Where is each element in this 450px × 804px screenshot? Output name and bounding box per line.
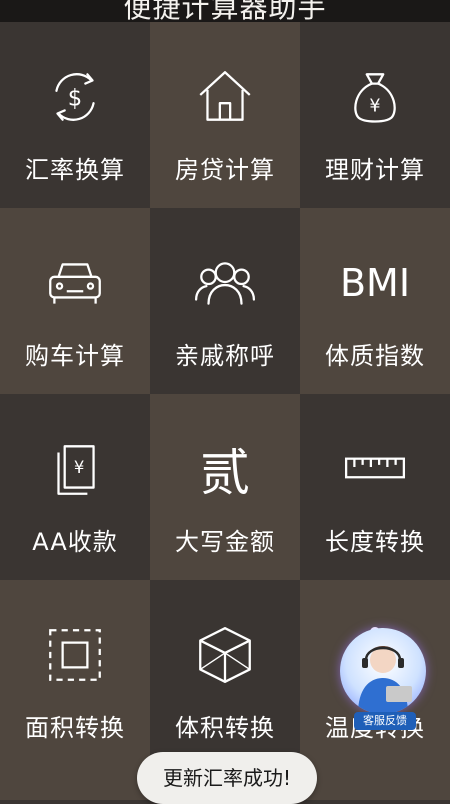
tile-label: 大写金额 [175,528,275,556]
tile-bmi[interactable]: BMI 体质指数 [300,208,450,394]
tile-label: 汇率换算 [25,156,125,184]
area-square-icon [40,620,110,690]
tile-aa-payment[interactable]: ¥ AA收款 [0,394,150,580]
currency-exchange-icon: $ [40,62,110,132]
ruler-icon [340,434,410,504]
uppercase-icon-text: 贰 [200,444,250,502]
car-icon [40,248,110,318]
tile-label: 房贷计算 [175,156,275,184]
tile-label: 体质指数 [325,342,425,370]
tile-investment[interactable]: ¥ 理财计算 [300,22,450,208]
tile-relatives[interactable]: 亲戚称呼 [150,208,300,394]
tile-currency-exchange[interactable]: $ 汇率换算 [0,22,150,208]
svg-text:¥: ¥ [74,458,85,477]
bmi-icon: BMI [340,248,410,318]
tile-label: 面积转换 [25,714,125,742]
people-icon [190,248,260,318]
page-title: 便捷计算器助手 [123,0,327,22]
house-icon [190,62,260,132]
tile-label: 理财计算 [325,156,425,184]
tile-area-conversion[interactable]: 面积转换 [0,580,150,800]
uppercase-number-icon: 贰 [190,434,260,504]
app-header: 便捷计算器助手 [0,0,450,22]
tile-label: 体积转换 [175,714,275,742]
tile-uppercase-amount[interactable]: 贰 大写金额 [150,394,300,580]
cube-icon [190,620,260,690]
svg-text:$: $ [68,85,82,111]
customer-service-avatar-icon[interactable] [340,628,426,714]
tile-car-purchase[interactable]: 购车计算 [0,208,150,394]
money-bag-icon: ¥ [340,62,410,132]
svg-text:¥: ¥ [369,96,380,116]
bmi-icon-text: BMI [339,261,411,305]
tile-label: 购车计算 [25,342,125,370]
tile-label: 长度转换 [325,528,425,556]
tile-label: AA收款 [32,528,118,556]
customer-service-label[interactable]: 客服反馈 [354,712,416,730]
tile-length-conversion[interactable]: 长度转换 [300,394,450,580]
toast-message: 更新汇率成功! [137,752,317,804]
tile-label: 亲戚称呼 [175,342,275,370]
tile-mortgage[interactable]: 房贷计算 [150,22,300,208]
receipt-yen-icon: ¥ [40,434,110,504]
